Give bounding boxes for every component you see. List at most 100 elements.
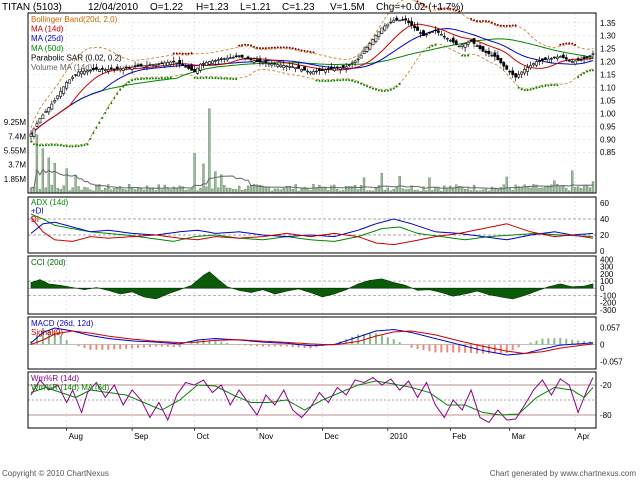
volume-bar [455, 184, 458, 194]
macd-histogram-bar [267, 344, 270, 347]
candle-body [532, 63, 535, 66]
volume-bar [490, 186, 494, 194]
macd-histogram-bar [517, 344, 520, 348]
candle-body [576, 58, 580, 61]
sar-dot [499, 24, 502, 27]
volume-bar [463, 189, 467, 194]
volume-bar [223, 185, 226, 194]
sar-dot [89, 137, 92, 140]
sar-dot [354, 80, 357, 83]
candle-body [404, 18, 408, 21]
volume-bar [279, 189, 282, 194]
sar-dot [178, 52, 181, 55]
sar-dot [101, 116, 104, 119]
volume-bar [392, 189, 395, 194]
sar-dot [452, 8, 455, 11]
candle-body [112, 68, 116, 71]
volume-bar [443, 185, 446, 194]
macd-histogram-bar [565, 338, 568, 345]
sar-dot [377, 89, 380, 92]
axis-tick-label: 60 [600, 199, 609, 208]
sar-dot [187, 52, 190, 55]
axis-tick-label: 1.20 [600, 58, 616, 67]
volume-bar [71, 187, 74, 194]
volume-bar [407, 188, 410, 194]
footer-generated: Chart generated by www.chartnexus.com [490, 469, 637, 478]
volume-bar [306, 187, 309, 194]
sar-dot [125, 83, 128, 86]
candle-body [297, 65, 301, 69]
sar-dot [86, 143, 89, 146]
candle-body [350, 62, 354, 65]
volume-bar [214, 171, 217, 194]
macd-histogram-bar [95, 344, 98, 350]
sar-dot [428, 46, 431, 49]
legend-entry: Bollinger Band(20d, 2.0) [31, 15, 118, 24]
sar-dot [446, 7, 449, 10]
candle-body [338, 67, 342, 70]
axis-tick-label: 1.10 [600, 84, 616, 93]
sar-dot [431, 44, 434, 47]
axis-tick-label: 40 [600, 215, 609, 224]
sar-dot [550, 84, 553, 87]
candle-body [335, 66, 339, 69]
legend-entry: Volume MA (14d) [31, 63, 93, 72]
volume-bar [139, 188, 143, 194]
volume-bar [588, 187, 592, 194]
sar-dot [255, 46, 258, 49]
volume-bar [333, 184, 336, 194]
candle-body [538, 60, 541, 63]
axis-tick-label: -20 [600, 381, 612, 390]
sar-dot [267, 47, 270, 50]
candle-body [252, 60, 256, 63]
candle-body [341, 65, 345, 68]
sar-dot [71, 145, 74, 148]
candle-body [74, 74, 78, 76]
macd-histogram-bar [214, 340, 217, 345]
sar-dot [481, 20, 484, 23]
sar-dot [571, 42, 574, 45]
volume-bar [205, 186, 208, 194]
sar-dot [392, 87, 395, 90]
axis-tick-label: 1.00 [600, 109, 616, 118]
candle-body [359, 54, 363, 59]
sar-dot [556, 84, 559, 87]
sar-dot [41, 144, 44, 147]
volume-bar [466, 188, 470, 194]
sar-dot [56, 144, 59, 147]
sar-dot [208, 76, 211, 79]
volume-bar [562, 185, 565, 194]
sar-dot [175, 52, 178, 55]
volume-bar [83, 187, 86, 194]
candle-body [124, 66, 128, 69]
axis-tick-label: 1.85M [4, 175, 27, 184]
candle-body [282, 65, 286, 68]
sar-dot [321, 80, 324, 83]
candle-body [448, 39, 452, 42]
sar-dot [47, 144, 50, 147]
candle-body [133, 65, 137, 68]
candle-body [139, 64, 143, 67]
candle-body [193, 68, 196, 73]
candle-body [591, 53, 595, 55]
candle-body [59, 91, 63, 97]
candle-body [264, 60, 268, 64]
volume-bar [273, 188, 276, 194]
volume-bar [386, 187, 389, 194]
candle-body [136, 64, 140, 67]
sar-dot [220, 77, 223, 80]
candle-body [344, 66, 348, 69]
volume-bar [160, 189, 163, 194]
axis-tick-label: 7.4M [8, 132, 26, 141]
volume-bar [324, 187, 327, 194]
volume-bar [529, 187, 532, 194]
sar-dot [53, 143, 56, 146]
macd-histogram-bar [220, 341, 223, 345]
candle-body [273, 62, 277, 65]
sar-dot [288, 46, 291, 49]
candle-body [68, 79, 72, 84]
sar-dot [559, 43, 562, 46]
candle-body [202, 63, 205, 65]
legend-entry: MA (14d) [31, 25, 64, 34]
candle-body [362, 50, 366, 54]
